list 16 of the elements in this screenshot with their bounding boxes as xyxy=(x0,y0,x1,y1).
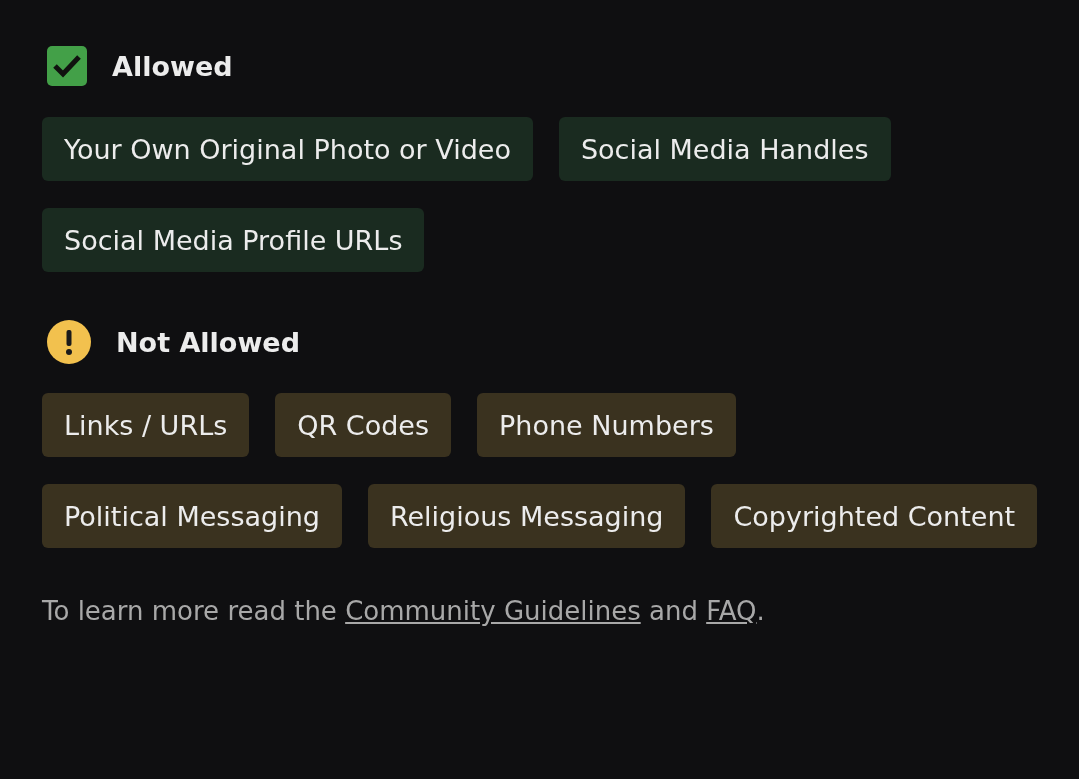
tag: Your Own Original Photo or Video xyxy=(42,117,533,181)
link[interactable]: Community Guidelines xyxy=(345,596,641,626)
tag: QR Codes xyxy=(275,393,452,457)
section-title: Allowed xyxy=(112,50,233,82)
checkbox-icon xyxy=(47,46,87,86)
footer-text: To learn more read the Community Guidelines and FAQ. xyxy=(42,596,766,626)
tag: Social Media Handles xyxy=(558,117,891,181)
tag: Religious Messaging xyxy=(367,484,686,548)
tag: Social Media Profile URLs xyxy=(42,208,425,272)
section-title: Not Allowed xyxy=(116,326,300,358)
tag: Phone Numbers xyxy=(477,393,736,457)
link[interactable]: FAQ xyxy=(706,596,757,626)
tag: Links / URLs xyxy=(42,393,250,457)
tag: Political Messaging xyxy=(42,484,342,548)
warning-icon xyxy=(47,320,91,364)
tag: Copyrighted Content xyxy=(711,484,1038,548)
